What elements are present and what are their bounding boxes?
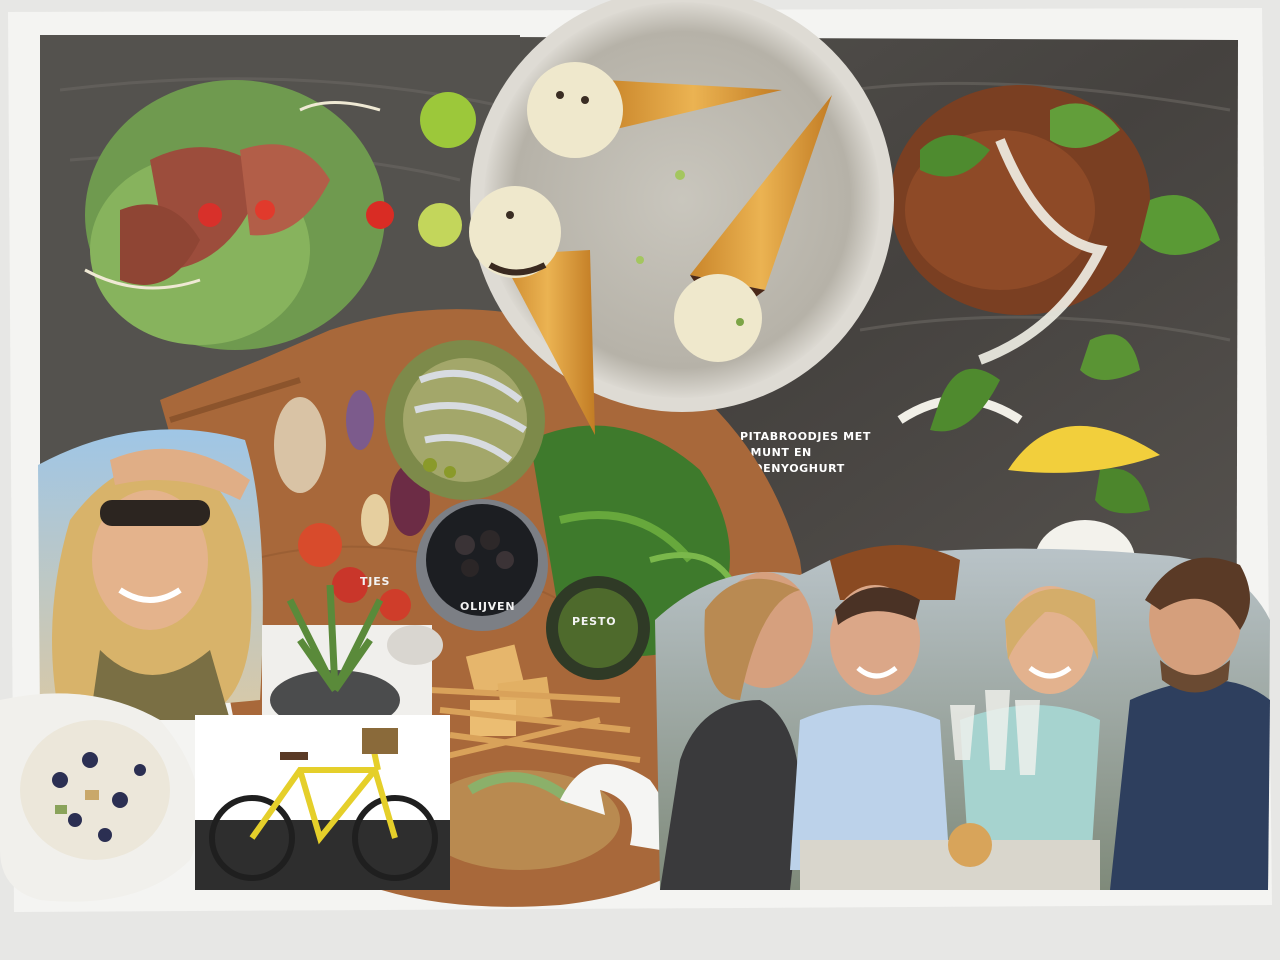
olives-bowl: OLIJVEN xyxy=(416,499,548,631)
collage-canvas: PITABROODJES MET A, MUNT EN TROENYOGHURT xyxy=(0,0,1280,960)
lime-piece xyxy=(418,203,462,247)
pesto-label: PESTO xyxy=(572,615,616,628)
yellow-bicycle xyxy=(195,715,450,890)
friends-toasting-photo xyxy=(655,545,1270,890)
olives-label: OLIJVEN xyxy=(460,600,515,613)
caption-line-1: PITABROODJES MET xyxy=(740,430,871,443)
lime-wedge xyxy=(420,92,476,148)
sardine-bowl xyxy=(385,340,545,500)
woman-portrait xyxy=(38,429,263,720)
partial-label: TJES xyxy=(360,575,390,588)
pesto-bowl: PESTO xyxy=(546,576,650,680)
